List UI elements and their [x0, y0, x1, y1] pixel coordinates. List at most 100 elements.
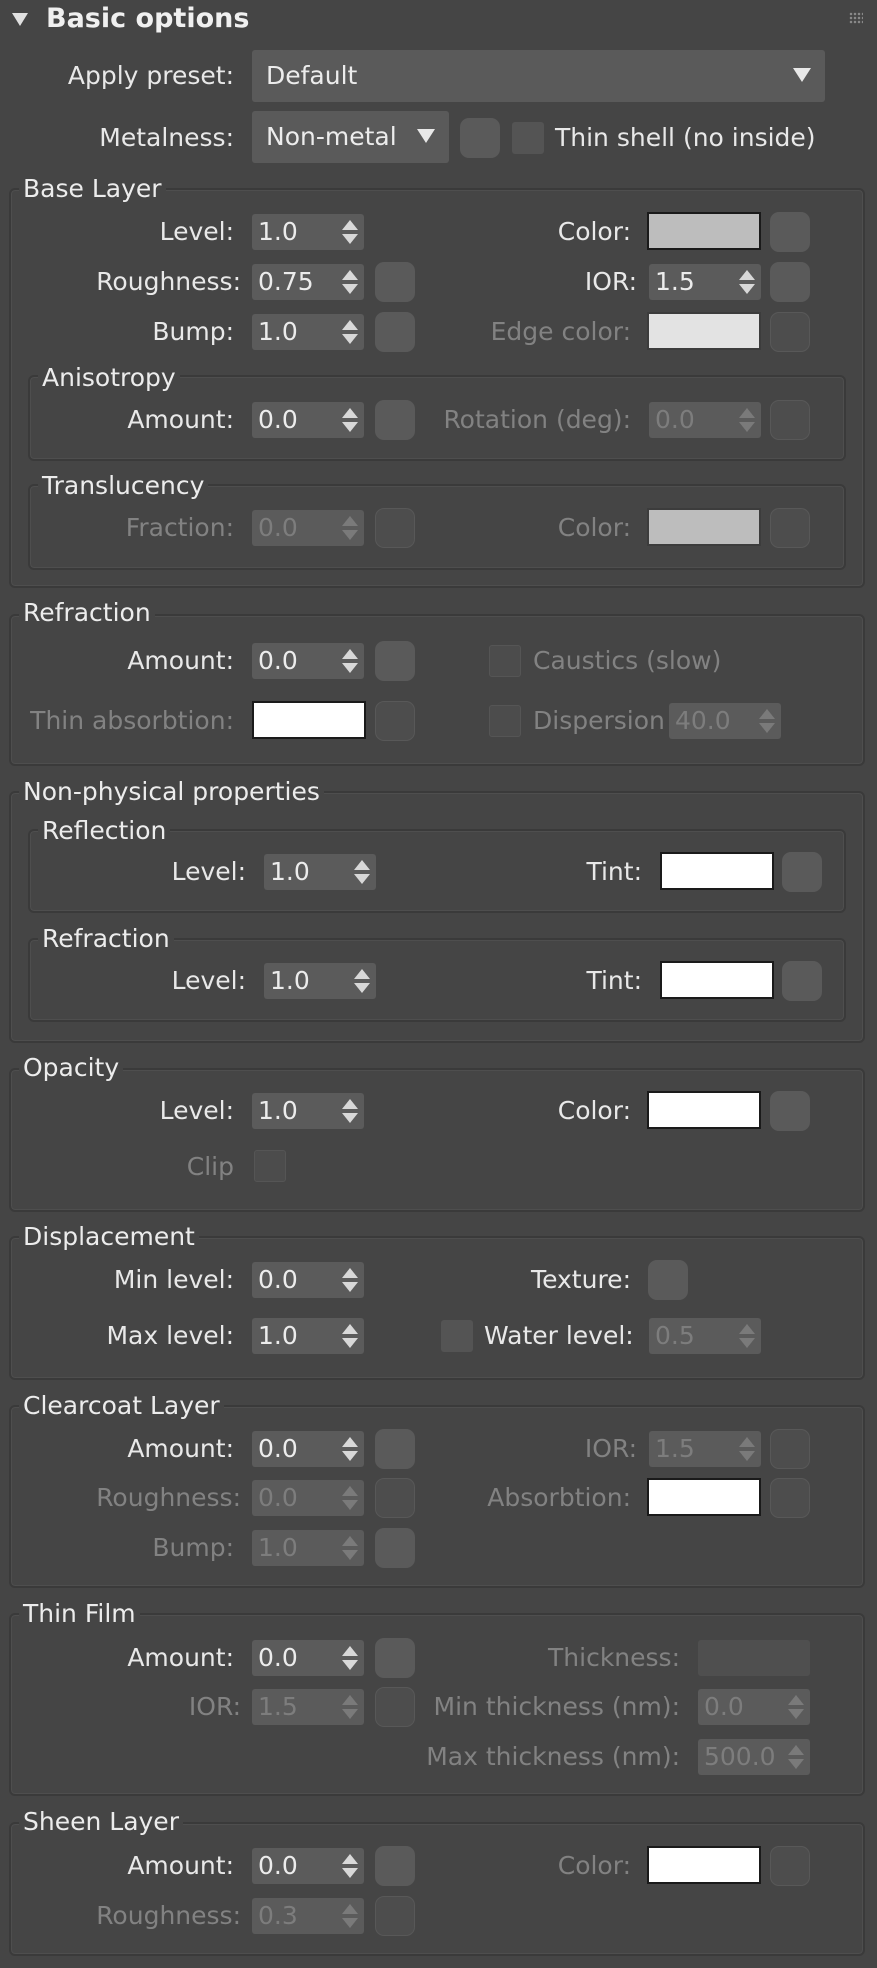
spinner-arrows-icon[interactable]	[342, 1854, 358, 1878]
clearcoat-title: Clearcoat Layer	[19, 1391, 224, 1421]
spinner-arrows-icon[interactable]	[342, 1904, 358, 1928]
nonphys-refraction-tint-map-button[interactable]	[782, 961, 822, 1001]
spinner-arrows-icon[interactable]	[342, 1099, 358, 1123]
absorption-map-button[interactable]	[770, 1478, 810, 1518]
clearcoat-amount-spinner[interactable]: 0.0	[252, 1431, 364, 1467]
thin-absorption-swatch[interactable]	[252, 701, 366, 739]
spinner-arrows-icon[interactable]	[342, 320, 358, 344]
thin-film-amount-map-button[interactable]	[375, 1638, 415, 1678]
thin-shell-checkbox[interactable]	[512, 122, 544, 154]
absorption-swatch[interactable]	[647, 1478, 761, 1516]
base-level-spinner[interactable]: 1.0	[252, 214, 364, 250]
clearcoat-amount-map-button[interactable]	[375, 1429, 415, 1469]
spinner-arrows-icon[interactable]	[342, 220, 358, 244]
anisotropy-amount-spinner[interactable]: 0.0	[252, 402, 364, 438]
fraction-map-button[interactable]	[375, 508, 415, 548]
rotation-map-button[interactable]	[770, 400, 810, 440]
min-thickness-spinner[interactable]: 0.0	[698, 1689, 810, 1725]
edge-color-swatch[interactable]	[647, 312, 761, 350]
clip-checkbox[interactable]	[254, 1150, 286, 1182]
clearcoat-roughness-spinner[interactable]: 0.0	[252, 1480, 364, 1516]
sheen-color-swatch[interactable]	[647, 1846, 761, 1884]
spinner-arrows-icon[interactable]	[342, 516, 358, 540]
nonphys-refraction-level-spinner[interactable]: 1.0	[264, 963, 376, 999]
base-color-map-button[interactable]	[770, 212, 810, 252]
spinner-arrows-icon[interactable]	[739, 408, 755, 432]
reflection-level-spinner[interactable]: 1.0	[264, 854, 376, 890]
opacity-color-label: Color:	[557, 1096, 631, 1125]
clearcoat-ior-spinner[interactable]: 1.5	[649, 1431, 761, 1467]
clearcoat-ior-map-button[interactable]	[770, 1429, 810, 1469]
sheen-roughness-map-button[interactable]	[375, 1896, 415, 1936]
caustics-checkbox[interactable]	[489, 645, 521, 677]
spinner-arrows-icon[interactable]	[342, 1437, 358, 1461]
thin-film-ior-map-button[interactable]	[375, 1687, 415, 1727]
translucency-color-swatch[interactable]	[647, 508, 761, 546]
refraction-amount-spinner[interactable]: 0.0	[252, 643, 364, 679]
spinner-arrows-icon[interactable]	[342, 1536, 358, 1560]
bump-map-button[interactable]	[375, 312, 415, 352]
roughness-spinner[interactable]: 0.75	[252, 264, 364, 300]
water-level-checkbox[interactable]	[441, 1320, 473, 1352]
opacity-color-swatch[interactable]	[647, 1091, 761, 1129]
base-color-swatch[interactable]	[647, 212, 761, 250]
ior-map-button[interactable]	[770, 262, 810, 302]
spinner-arrows-icon[interactable]	[759, 709, 775, 733]
dispersion-checkbox[interactable]	[489, 705, 521, 737]
spinner-arrows-icon[interactable]	[739, 1437, 755, 1461]
min-level-spinner[interactable]: 0.0	[252, 1262, 364, 1298]
thickness-map-slot[interactable]	[698, 1640, 810, 1676]
translucency-color-map-button[interactable]	[770, 508, 810, 548]
metalness-dropdown[interactable]: Non-metal	[252, 111, 449, 163]
max-thickness-spinner[interactable]: 500.0	[698, 1739, 810, 1775]
spinner-arrows-icon[interactable]	[342, 1268, 358, 1292]
spinner-arrows-icon[interactable]	[739, 270, 755, 294]
roughness-map-button[interactable]	[375, 262, 415, 302]
collapse-triangle-icon[interactable]	[12, 13, 28, 26]
clearcoat-roughness-map-button[interactable]	[375, 1478, 415, 1518]
sheen-roughness-spinner[interactable]: 0.3	[252, 1898, 364, 1934]
spinner-arrows-icon[interactable]	[354, 969, 370, 993]
refraction-amount-map-button[interactable]	[375, 641, 415, 681]
opacity-level-spinner[interactable]: 1.0	[252, 1093, 364, 1129]
spinner-arrows-icon[interactable]	[342, 1324, 358, 1348]
spinner-arrows-icon[interactable]	[342, 270, 358, 294]
thin-film-ior-spinner[interactable]: 1.5	[252, 1689, 364, 1725]
spinner-arrows-icon[interactable]	[342, 1646, 358, 1670]
spinner-arrows-icon[interactable]	[342, 408, 358, 432]
sheen-amount-map-button[interactable]	[375, 1846, 415, 1886]
panel-title[interactable]: Basic options	[46, 0, 249, 38]
spinner-arrows-icon[interactable]	[788, 1695, 804, 1719]
nonphys-refraction-tint-swatch[interactable]	[660, 961, 774, 999]
reflection-tint-map-button[interactable]	[782, 852, 822, 892]
max-level-spinner[interactable]: 1.0	[252, 1318, 364, 1354]
texture-map-button[interactable]	[648, 1260, 688, 1300]
sheen-amount-spinner[interactable]: 0.0	[252, 1848, 364, 1884]
spinner-arrows-icon[interactable]	[739, 1324, 755, 1348]
spinner-arrows-icon[interactable]	[342, 649, 358, 673]
ior-spinner[interactable]: 1.5	[649, 264, 761, 300]
water-level-spinner[interactable]: 0.5	[649, 1318, 761, 1354]
thin-absorption-map-button[interactable]	[375, 701, 415, 741]
bump-spinner[interactable]: 1.0	[252, 314, 364, 350]
drag-grip-icon[interactable]	[849, 12, 863, 24]
reflection-tint-swatch[interactable]	[660, 852, 774, 890]
spinner-arrows-icon[interactable]	[342, 1486, 358, 1510]
spinner-arrows-icon[interactable]	[354, 860, 370, 884]
apply-preset-dropdown[interactable]: Default	[252, 50, 825, 102]
ior-value: 1.5	[655, 267, 695, 296]
clearcoat-bump-spinner[interactable]: 1.0	[252, 1530, 364, 1566]
dispersion-spinner[interactable]: 40.0	[669, 703, 781, 739]
thin-film-amount-spinner[interactable]: 0.0	[252, 1640, 364, 1676]
clearcoat-bump-map-button[interactable]	[375, 1528, 415, 1568]
rotation-spinner[interactable]: 0.0	[649, 402, 761, 438]
edge-color-map-button[interactable]	[770, 312, 810, 352]
fraction-spinner[interactable]: 0.0	[252, 510, 364, 546]
clearcoat-bump-value: 1.0	[258, 1533, 298, 1562]
spinner-arrows-icon[interactable]	[788, 1745, 804, 1769]
anisotropy-amount-map-button[interactable]	[375, 400, 415, 440]
metalness-map-button[interactable]	[460, 118, 500, 158]
spinner-arrows-icon[interactable]	[342, 1695, 358, 1719]
opacity-color-map-button[interactable]	[770, 1091, 810, 1131]
sheen-color-map-button[interactable]	[770, 1846, 810, 1886]
